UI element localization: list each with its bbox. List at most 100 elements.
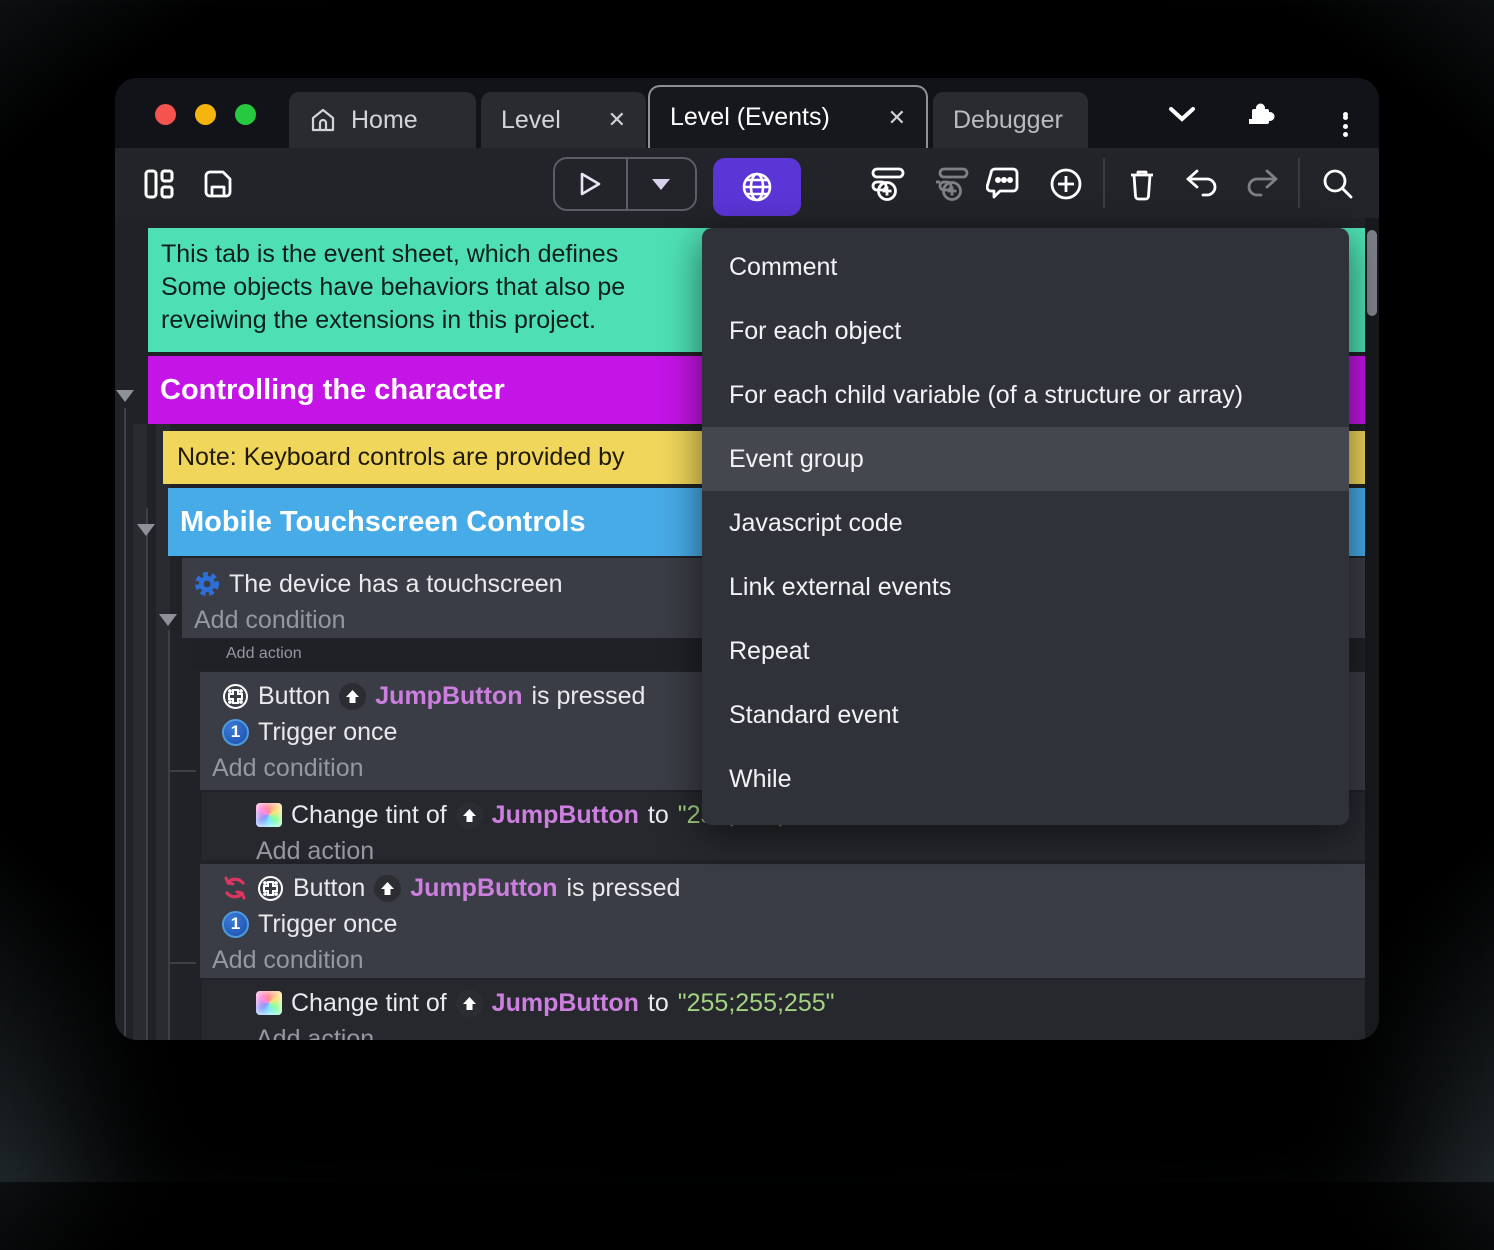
delete-button[interactable] xyxy=(1119,161,1165,207)
add-event-icon xyxy=(866,166,906,202)
toolbar-divider xyxy=(1298,158,1300,208)
play-icon xyxy=(577,170,603,198)
panels-icon xyxy=(143,168,175,200)
app-window: Home Level ✕ Level (Events) ✕ Debugger T… xyxy=(115,78,1379,1040)
add-condition-link[interactable]: Add condition xyxy=(212,946,364,975)
tint-palette-icon xyxy=(256,803,282,827)
action-text: Change tint of xyxy=(291,800,447,829)
chevron-down-icon xyxy=(1167,105,1197,123)
plus-circle-icon xyxy=(1048,166,1084,202)
menu-item-for-each-object[interactable]: For each object xyxy=(702,299,1349,363)
collapse-arrow-icon[interactable] xyxy=(159,614,177,626)
gamepad-button-icon xyxy=(257,875,284,902)
toolbar xyxy=(115,148,1379,218)
menu-item-for-each-child-variable[interactable]: For each child variable (of a structure … xyxy=(702,363,1349,427)
tree-line xyxy=(170,962,196,964)
add-condition-link[interactable]: Add condition xyxy=(212,754,364,783)
puzzle-icon xyxy=(1246,99,1276,129)
group-title: Mobile Touchscreen Controls xyxy=(180,505,586,538)
scrollbar-track[interactable] xyxy=(1365,218,1379,1040)
tab-level-events[interactable]: Level (Events) ✕ xyxy=(648,85,928,148)
tab-label: Home xyxy=(351,105,418,134)
menu-item-javascript-code[interactable]: Javascript code xyxy=(702,491,1349,555)
add-comment-button[interactable] xyxy=(981,161,1027,207)
condition-text: Trigger once xyxy=(258,717,398,746)
add-event-button[interactable] xyxy=(863,161,909,207)
action-text: Change tint of xyxy=(291,988,447,1017)
subevent-actions[interactable]: Change tint of JumpButton to "255;255;25… xyxy=(202,980,1365,1040)
comment-bubble-icon xyxy=(986,166,1022,202)
undo-icon xyxy=(1184,168,1220,200)
tabs-overflow-button[interactable] xyxy=(1160,96,1204,132)
tint-palette-icon xyxy=(256,991,282,1015)
close-tab-icon[interactable]: ✕ xyxy=(888,105,906,131)
add-action-link[interactable]: Add action xyxy=(256,837,374,861)
zoom-window-button[interactable] xyxy=(235,104,256,125)
menu-item-standard-event[interactable]: Standard event xyxy=(702,683,1349,747)
save-icon xyxy=(202,168,234,200)
toggle-panels-button[interactable] xyxy=(136,161,182,207)
trigger-once-icon: 1 xyxy=(222,910,249,938)
object-icon xyxy=(339,682,367,710)
add-action-link[interactable]: Add action xyxy=(256,1025,374,1041)
group-title: Controlling the character xyxy=(160,373,505,406)
menu-item-repeat[interactable]: Repeat xyxy=(702,619,1349,683)
search-button[interactable] xyxy=(1315,161,1361,207)
tab-level[interactable]: Level ✕ xyxy=(481,92,646,148)
tree-line xyxy=(168,630,170,1040)
action-text: to xyxy=(647,988,669,1017)
tab-debugger[interactable]: Debugger xyxy=(933,92,1088,148)
network-preview-button[interactable] xyxy=(713,158,801,216)
menu-item-comment[interactable]: Comment xyxy=(702,235,1349,299)
more-options-button[interactable] xyxy=(1323,96,1367,137)
choose-event-button[interactable] xyxy=(1043,161,1089,207)
subevent-conditions[interactable]: Button JumpButton is pressed 1 Trigger o… xyxy=(200,864,1365,978)
tab-label: Level (Events) xyxy=(670,103,830,131)
add-subevent-button[interactable] xyxy=(927,161,973,207)
collapse-arrow-icon[interactable] xyxy=(116,390,134,402)
action-value: "255;255;255" xyxy=(677,988,835,1017)
object-icon xyxy=(374,874,402,902)
trigger-once-icon: 1 xyxy=(222,718,249,746)
invert-condition-icon xyxy=(222,875,248,901)
globe-icon xyxy=(740,170,774,204)
minimize-window-button[interactable] xyxy=(195,104,216,125)
tab-label: Level xyxy=(501,105,561,134)
toolbar-divider xyxy=(1103,158,1105,208)
close-window-button[interactable] xyxy=(155,104,176,125)
add-action-link[interactable]: Add action xyxy=(226,645,302,663)
gamepad-button-icon xyxy=(222,683,249,710)
search-icon xyxy=(1321,167,1355,201)
gear-icon xyxy=(194,571,220,597)
action-text: to xyxy=(647,800,669,829)
preview-options-button[interactable] xyxy=(628,159,695,209)
condition-text: is pressed xyxy=(531,681,646,710)
condition-text: Button xyxy=(293,873,366,902)
collapse-arrow-icon[interactable] xyxy=(137,524,155,536)
save-button[interactable] xyxy=(195,161,241,207)
tree-line xyxy=(146,508,148,1040)
undo-button[interactable] xyxy=(1179,161,1225,207)
condition-text: Trigger once xyxy=(258,909,398,938)
menu-item-while[interactable]: While xyxy=(702,747,1349,811)
tree-line xyxy=(170,770,196,772)
menu-item-link-external-events[interactable]: Link external events xyxy=(702,555,1349,619)
add-condition-link[interactable]: Add condition xyxy=(194,606,346,635)
object-name: JumpButton xyxy=(491,800,639,829)
object-icon xyxy=(455,801,483,829)
tree-line xyxy=(124,408,126,1040)
tab-home[interactable]: Home xyxy=(289,92,476,148)
extensions-button[interactable] xyxy=(1239,96,1283,132)
close-tab-icon[interactable]: ✕ xyxy=(608,107,626,133)
add-subevent-icon xyxy=(930,166,970,202)
scrollbar-thumb[interactable] xyxy=(1367,230,1377,316)
object-name: JumpButton xyxy=(375,681,523,710)
play-preview-button[interactable] xyxy=(555,159,628,209)
redo-icon xyxy=(1244,168,1280,200)
object-name: JumpButton xyxy=(491,988,639,1017)
menu-item-event-group[interactable]: Event group xyxy=(702,427,1349,491)
trash-icon xyxy=(1126,167,1158,201)
redo-button[interactable] xyxy=(1239,161,1285,207)
condition-text: Button xyxy=(258,681,331,710)
note-text: Note: Keyboard controls are provided by xyxy=(177,443,625,471)
